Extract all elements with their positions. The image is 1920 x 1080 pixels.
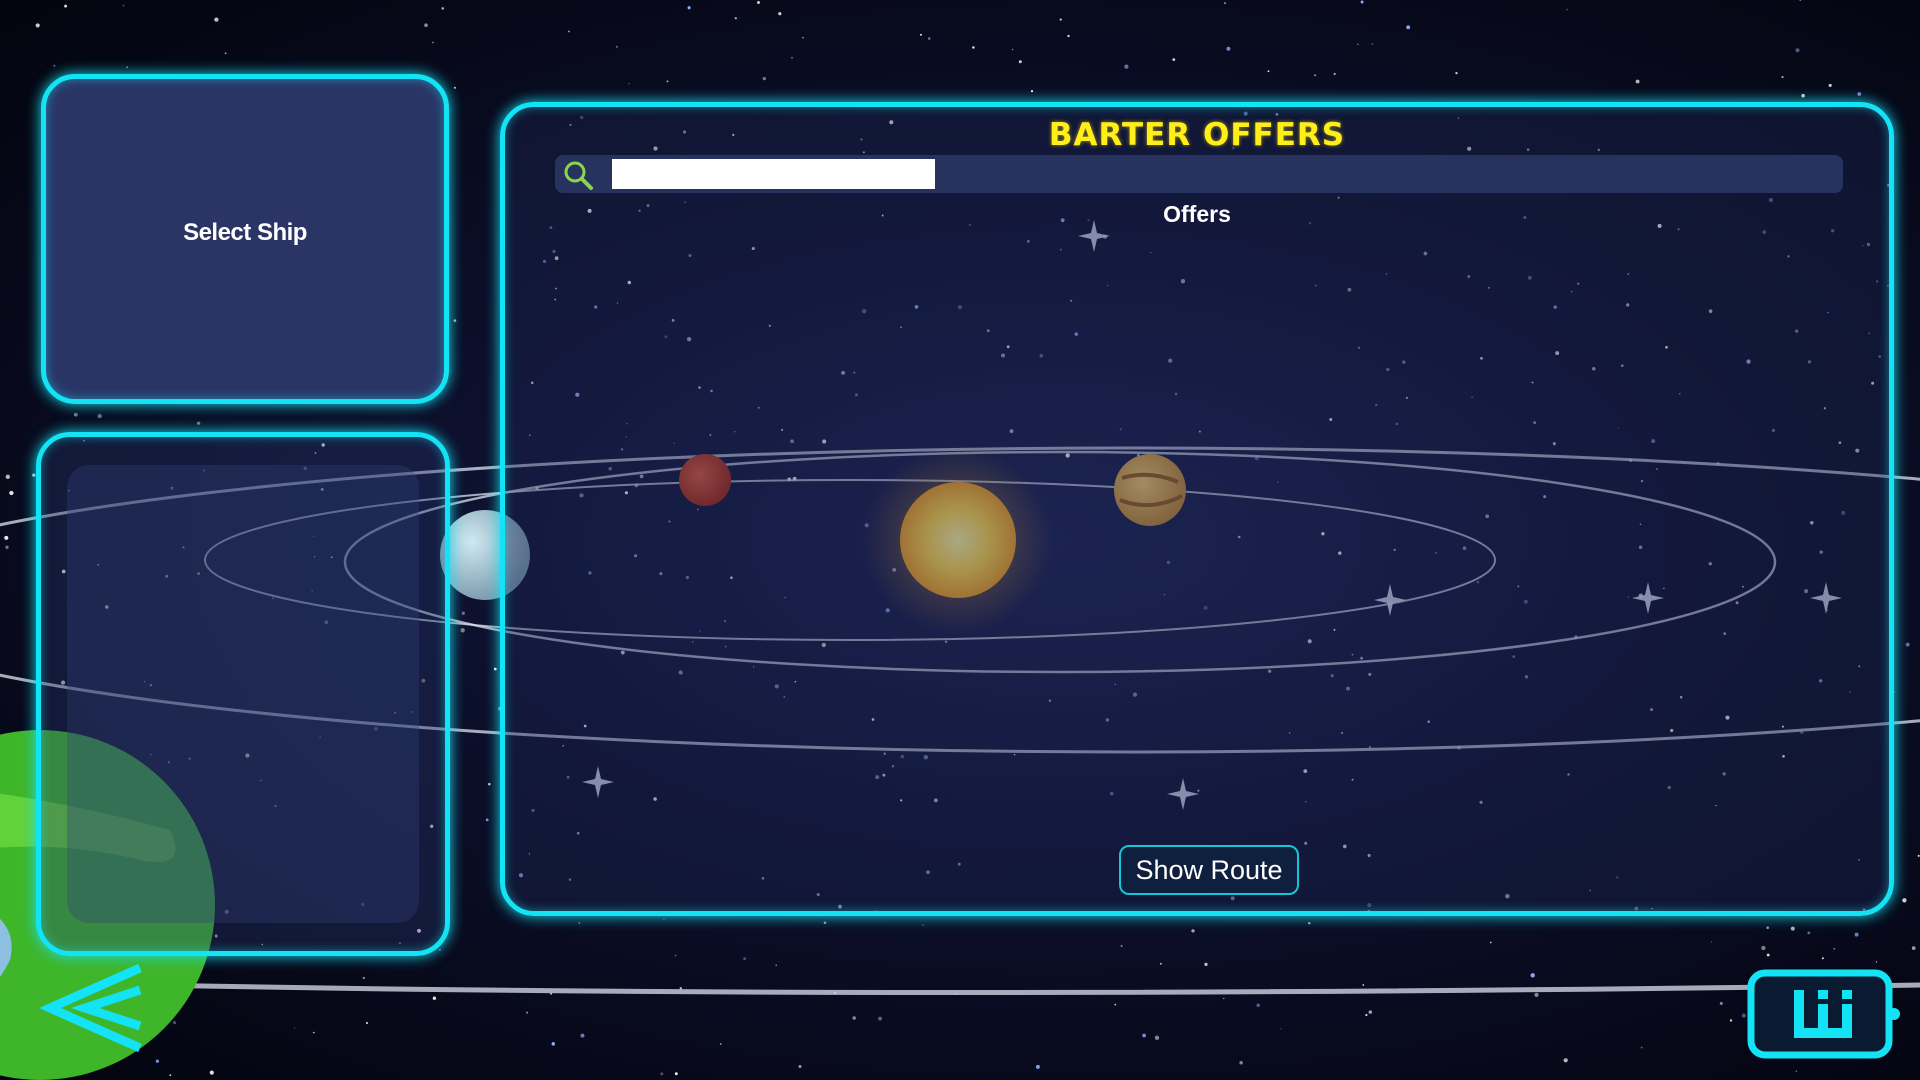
select-ship-label: Select Ship [183, 219, 307, 246]
barter-offers-title: BARTER OFFERS [1048, 117, 1346, 153]
search-input[interactable] [612, 159, 935, 189]
inventory-button[interactable] [1746, 968, 1904, 1060]
back-button[interactable] [30, 958, 150, 1058]
offers-label: Offers [1163, 201, 1231, 227]
barter-offers-panel: BARTER OFFERS Offers Show Route [500, 102, 1894, 916]
double-chevron-left-icon [38, 963, 142, 1053]
search-icon[interactable] [561, 158, 595, 192]
inventory-bag-icon [1794, 990, 1852, 1038]
ship-detail-slot [67, 465, 419, 923]
search-bar [555, 155, 1843, 193]
orbit-ring [149, 982, 1920, 995]
select-ship-panel[interactable]: Select Ship [41, 74, 449, 404]
show-route-button[interactable]: Show Route [1119, 845, 1299, 895]
ship-detail-panel [36, 432, 450, 956]
